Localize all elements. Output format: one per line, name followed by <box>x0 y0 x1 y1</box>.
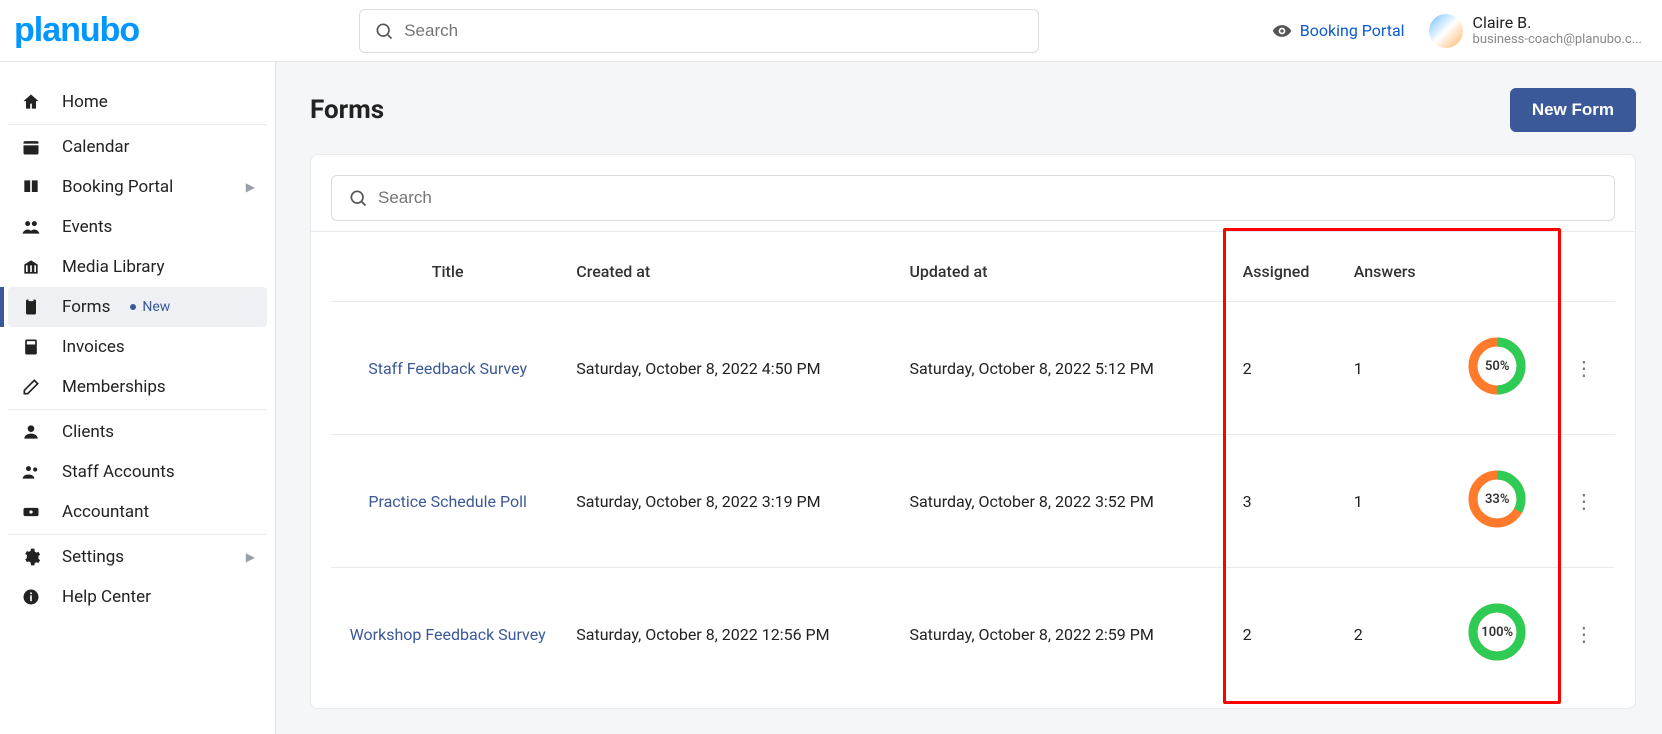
user-name: Claire B. <box>1473 13 1642 32</box>
library-icon <box>20 257 42 277</box>
search-icon <box>348 188 368 208</box>
sidebar-item-staff-accounts[interactable]: Staff Accounts <box>8 452 267 492</box>
user-email: business-coach@planubo.c... <box>1473 32 1642 48</box>
gear-icon <box>20 547 42 567</box>
table-row: Practice Schedule Poll Saturday, October … <box>331 435 1615 568</box>
brand-logo[interactable]: planubo <box>10 11 139 50</box>
chevron-right-icon: ▶ <box>246 550 255 564</box>
form-title-link[interactable]: Staff Feedback Survey <box>368 359 527 378</box>
search-icon <box>374 21 394 41</box>
sidebar-item-media-library[interactable]: Media Library <box>8 247 267 287</box>
row-actions-menu[interactable]: ⋮ <box>1568 622 1600 646</box>
sidebar-item-clients[interactable]: Clients <box>8 412 267 452</box>
sidebar-item-calendar[interactable]: Calendar <box>8 127 267 167</box>
forms-search[interactable] <box>331 175 1615 221</box>
completion-donut-cell: 50% <box>1442 302 1553 435</box>
new-badge: New <box>130 299 170 315</box>
users-icon <box>20 217 42 237</box>
page-title: Forms <box>310 95 384 125</box>
forms-table: Title Created at Updated at Assigned Ans… <box>331 232 1615 700</box>
clipboard-icon <box>20 297 42 317</box>
sidebar-item-memberships[interactable]: Memberships <box>8 367 267 407</box>
sidebar-item-label: Home <box>62 92 108 112</box>
updated-at: Saturday, October 8, 2022 5:12 PM <box>897 302 1230 435</box>
assigned-count: 3 <box>1231 435 1342 568</box>
created-at: Saturday, October 8, 2022 4:50 PM <box>564 302 897 435</box>
col-title[interactable]: Title <box>331 232 564 302</box>
home-icon <box>20 92 42 112</box>
info-icon <box>20 587 42 607</box>
updated-at: Saturday, October 8, 2022 3:52 PM <box>897 435 1230 568</box>
table-row: Workshop Feedback Survey Saturday, Octobe… <box>331 568 1615 701</box>
col-updated[interactable]: Updated at <box>897 232 1230 302</box>
completion-donut: 33% <box>1467 469 1527 529</box>
calendar-icon <box>20 137 42 157</box>
sidebar-item-settings[interactable]: Settings ▶ <box>8 537 267 577</box>
main-content: Forms New Form Title Created at Updated … <box>276 62 1662 734</box>
completion-donut: 50% <box>1467 336 1527 396</box>
topbar: planubo Booking Portal Claire B. busines… <box>0 0 1662 62</box>
col-answers[interactable]: Answers <box>1342 232 1442 302</box>
col-created[interactable]: Created at <box>564 232 897 302</box>
global-search-input[interactable] <box>404 21 1024 41</box>
sidebar-item-label: Booking Portal <box>62 177 173 197</box>
sidebar-item-label: Forms <box>62 297 110 317</box>
sidebar-item-help-center[interactable]: Help Center <box>8 577 267 617</box>
sidebar-item-label: Settings <box>62 547 124 567</box>
sidebar-item-label: Calendar <box>62 137 129 157</box>
sidebar-item-forms[interactable]: Forms New <box>8 287 267 327</box>
answers-count: 1 <box>1342 302 1442 435</box>
completion-percent: 33% <box>1467 469 1527 529</box>
assigned-count: 2 <box>1231 302 1342 435</box>
calculator-icon <box>20 337 42 357</box>
completion-donut-cell: 33% <box>1442 435 1553 568</box>
new-form-button[interactable]: New Form <box>1510 88 1636 132</box>
user-menu[interactable]: Claire B. business-coach@planubo.c... <box>1429 13 1642 48</box>
booking-portal-label: Booking Portal <box>1300 21 1405 40</box>
money-icon <box>20 502 42 522</box>
sidebar: Home Calendar Booking Portal ▶ Events Me… <box>0 62 276 734</box>
eye-icon <box>1272 21 1292 41</box>
sidebar-item-home[interactable]: Home <box>8 82 267 122</box>
sidebar-item-label: Memberships <box>62 377 166 397</box>
row-actions-menu[interactable]: ⋮ <box>1568 489 1600 513</box>
global-search[interactable] <box>359 9 1039 53</box>
booking-portal-link[interactable]: Booking Portal <box>1272 21 1405 41</box>
forms-table-wrap: Title Created at Updated at Assigned Ans… <box>331 232 1615 700</box>
created-at: Saturday, October 8, 2022 3:19 PM <box>564 435 897 568</box>
updated-at: Saturday, October 8, 2022 2:59 PM <box>897 568 1230 701</box>
forms-search-input[interactable] <box>378 188 1598 208</box>
form-title-link[interactable]: Practice Schedule Poll <box>368 492 527 511</box>
completion-donut-cell: 100% <box>1442 568 1553 701</box>
row-actions-menu[interactable]: ⋮ <box>1568 356 1600 380</box>
col-assigned[interactable]: Assigned <box>1231 232 1342 302</box>
sidebar-item-booking-portal[interactable]: Booking Portal ▶ <box>8 167 267 207</box>
form-title-link[interactable]: Workshop Feedback Survey <box>350 625 546 644</box>
created-at: Saturday, October 8, 2022 12:56 PM <box>564 568 897 701</box>
sidebar-item-label: Events <box>62 217 112 237</box>
completion-percent: 50% <box>1467 336 1527 396</box>
table-row: Staff Feedback Survey Saturday, October 8… <box>331 302 1615 435</box>
sidebar-item-invoices[interactable]: Invoices <box>8 327 267 367</box>
person-icon <box>20 422 42 442</box>
avatar <box>1429 14 1463 48</box>
completion-percent: 100% <box>1467 602 1527 662</box>
edit-icon <box>20 377 42 397</box>
sidebar-item-label: Clients <box>62 422 114 442</box>
answers-count: 1 <box>1342 435 1442 568</box>
sidebar-item-label: Accountant <box>62 502 149 522</box>
sidebar-item-events[interactable]: Events <box>8 207 267 247</box>
sidebar-item-label: Staff Accounts <box>62 462 175 482</box>
forms-card: Title Created at Updated at Assigned Ans… <box>310 154 1636 709</box>
staff-icon <box>20 462 42 482</box>
completion-donut: 100% <box>1467 602 1527 662</box>
sidebar-item-accountant[interactable]: Accountant <box>8 492 267 532</box>
sidebar-item-label: Invoices <box>62 337 125 357</box>
chevron-right-icon: ▶ <box>246 180 255 194</box>
answers-count: 2 <box>1342 568 1442 701</box>
book-icon <box>20 177 42 197</box>
assigned-count: 2 <box>1231 568 1342 701</box>
sidebar-item-label: Help Center <box>62 587 151 607</box>
sidebar-item-label: Media Library <box>62 257 165 277</box>
